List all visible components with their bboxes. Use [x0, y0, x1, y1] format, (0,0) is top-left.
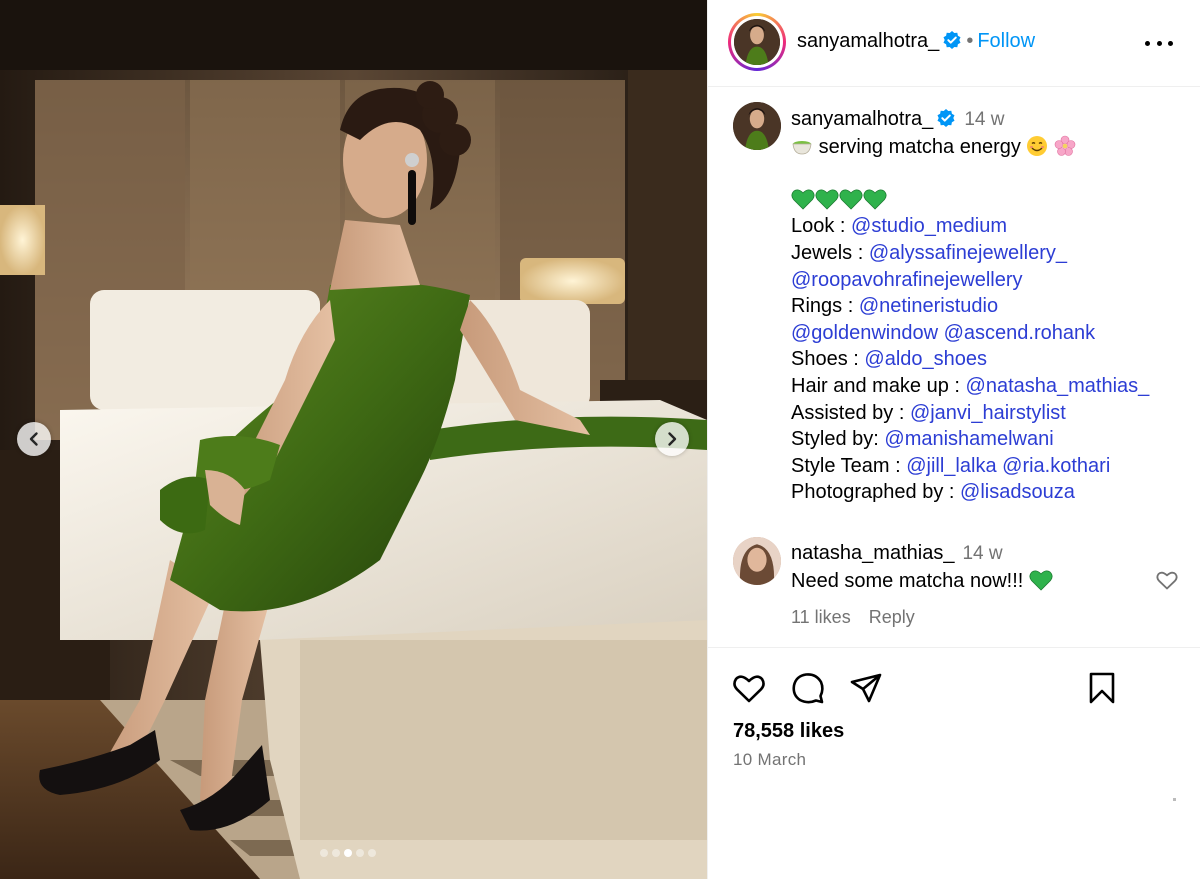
mention-link[interactable]: @studio_medium	[851, 215, 1007, 237]
comment-text: Need some matcha now!!!	[791, 569, 1024, 592]
verified-badge-icon	[943, 31, 961, 49]
post-photo	[0, 0, 707, 879]
green-heart-icon	[791, 189, 815, 210]
header-separator: •	[966, 30, 974, 52]
green-heart-icon	[1029, 570, 1053, 591]
post-header: sanyamalhotra_ • Follow	[708, 0, 1200, 87]
caption-credit-line: Jewels : @alyssafinejewellery_	[791, 241, 1067, 264]
likes-count[interactable]: 78,558 likes	[733, 720, 844, 743]
carousel-next-button[interactable]	[655, 422, 689, 456]
caption-credit-line: Look : @studio_medium	[791, 215, 1007, 238]
comment-time-ago[interactable]: 14 w	[962, 543, 1002, 564]
caption-credit-line: @roopavohrafinejewellery	[791, 267, 1191, 294]
caption-username[interactable]: sanyamalhotra_	[791, 108, 933, 130]
caption-credit-line: Shoes : @aldo_shoes	[791, 348, 987, 371]
comment-item: natasha_mathias_ 14 w Need some matcha no…	[708, 535, 1200, 635]
green-heart-icon	[815, 189, 839, 210]
mention-link[interactable]: @janvi_hairstylist	[910, 402, 1066, 424]
mention-link[interactable]: @alyssafinejewellery_	[869, 242, 1067, 264]
mention-link[interactable]: @natasha_mathias_	[966, 375, 1150, 397]
carousel-dot-active	[344, 849, 352, 857]
matcha-bowl-icon	[792, 140, 812, 154]
follow-button[interactable]: Follow	[977, 30, 1035, 52]
more-options-icon[interactable]	[1145, 31, 1173, 55]
post-side-panel: sanyamalhotra_ • Follow sanyamalhotra_ 1…	[707, 0, 1200, 879]
mention-link[interactable]: @goldenwindow	[791, 322, 938, 344]
mention-link[interactable]: @manishamelwani	[884, 428, 1053, 450]
green-heart-icon	[863, 189, 887, 210]
caption-line-text: serving matcha energy	[818, 135, 1021, 158]
header-username[interactable]: sanyamalhotra_	[797, 30, 939, 52]
mention-link[interactable]: @jill_lalka	[906, 455, 996, 477]
chevron-left-icon	[29, 432, 38, 446]
like-heart-icon[interactable]	[731, 670, 767, 706]
mention-link[interactable]: @lisadsouza	[960, 481, 1075, 503]
green-hearts	[791, 187, 1191, 214]
caption-avatar[interactable]	[733, 102, 781, 150]
share-send-icon[interactable]	[848, 670, 884, 706]
carousel-dot	[320, 849, 328, 857]
green-heart-icon	[839, 189, 863, 210]
commenter-username[interactable]: natasha_mathias_	[791, 542, 954, 564]
mention-link[interactable]: @ria.kothari	[1002, 455, 1110, 477]
smiling-face-icon	[1027, 135, 1048, 156]
caption-credit-line: Styled by: @manishamelwani	[791, 428, 1054, 451]
mention-link[interactable]: @ascend.rohank	[944, 322, 1096, 344]
bookmark-save-icon[interactable]	[1084, 670, 1120, 706]
caption-credit-line: Rings : @netineristudio	[791, 295, 999, 318]
reply-button[interactable]: Reply	[869, 607, 915, 627]
caption-credit-line: @goldenwindow @ascend.rohank	[791, 320, 1191, 347]
verified-badge-icon	[937, 109, 955, 127]
mention-link[interactable]: @netineristudio	[859, 295, 998, 317]
comment-likes-count[interactable]: 11 likes	[791, 607, 851, 627]
mention-link[interactable]: @roopavohrafinejewellery	[791, 269, 1023, 291]
scroll-indicator	[1173, 798, 1176, 801]
caption-credit-line: Style Team : @jill_lalka @ria.kothari	[791, 454, 1111, 477]
carousel-prev-button[interactable]	[17, 422, 51, 456]
carousel-dot	[356, 849, 364, 857]
carousel-dot	[332, 849, 340, 857]
caption-time-ago[interactable]: 14 w	[964, 109, 1004, 130]
carousel-dot	[368, 849, 376, 857]
carousel-indicator	[320, 849, 376, 857]
post-actions: 78,558 likes 10 March	[708, 647, 1200, 879]
mention-link[interactable]: @aldo_shoes	[864, 348, 987, 370]
post-date[interactable]: 10 March	[733, 750, 806, 770]
caption-credit-line: Hair and make up : @natasha_mathias_	[791, 374, 1150, 397]
cherry-blossom-icon	[1054, 135, 1076, 156]
story-ring[interactable]	[728, 13, 786, 71]
caption-credit-line: Photographed by : @lisadsouza	[791, 481, 1075, 504]
comment-bubble-icon[interactable]	[790, 670, 826, 706]
comment-like-heart-icon[interactable]	[1155, 568, 1179, 592]
commenter-avatar[interactable]	[733, 537, 781, 585]
chevron-right-icon	[668, 432, 677, 446]
avatar	[734, 19, 780, 65]
post-media[interactable]	[0, 0, 707, 879]
caption-credit-line: Assisted by : @janvi_hairstylist	[791, 401, 1066, 424]
